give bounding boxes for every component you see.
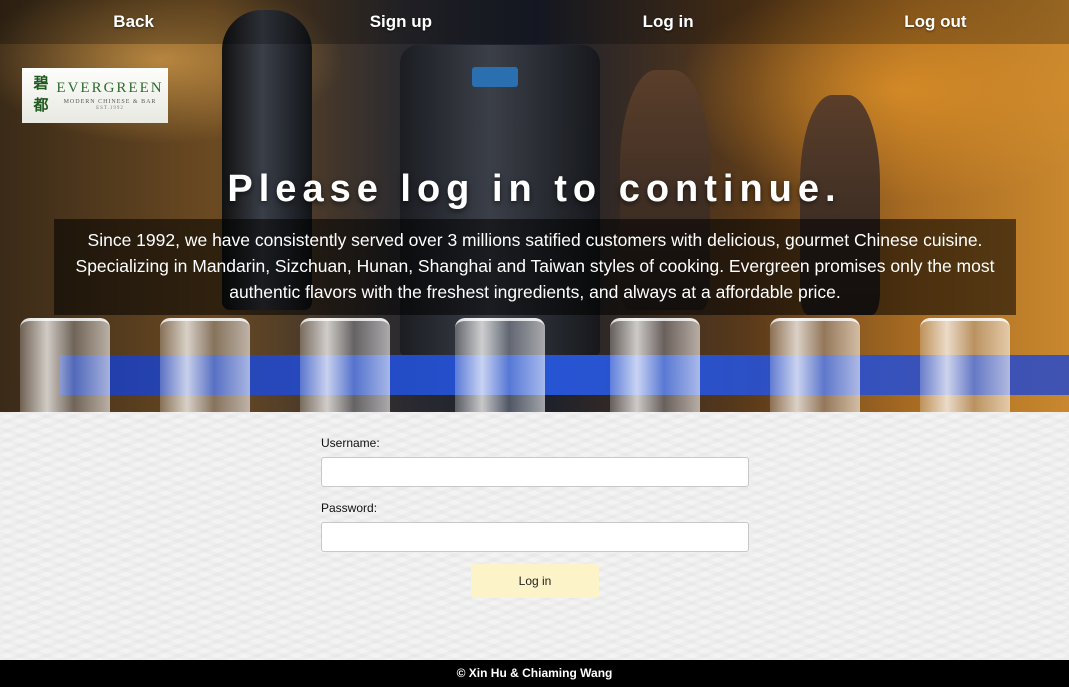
restaurant-logo[interactable]: 碧 都 EVERGREEN MODERN CHINESE & BAR EST.1… xyxy=(22,68,168,123)
logo-chinese-characters: 碧 都 xyxy=(33,73,49,114)
glass-image xyxy=(300,318,390,412)
intro-text: Since 1992, we have consistently served … xyxy=(54,219,1016,315)
login-section: Username: Password: Log in xyxy=(0,412,1069,660)
login-form: Username: Password: Log in xyxy=(321,436,749,598)
logout-link[interactable]: Log out xyxy=(802,12,1069,32)
logo-subtitle: MODERN CHINESE & BAR xyxy=(63,99,157,105)
login-button[interactable]: Log in xyxy=(471,564,599,598)
glass-image xyxy=(160,318,250,412)
hero-banner: Back Sign up Log in Log out 碧 都 EVERGREE… xyxy=(0,0,1069,412)
glass-image xyxy=(610,318,700,412)
signup-link[interactable]: Sign up xyxy=(267,12,534,32)
logo-name: EVERGREEN xyxy=(56,80,164,96)
username-input[interactable] xyxy=(321,457,749,487)
glass-image xyxy=(770,318,860,412)
logo-established: EST.1992 xyxy=(96,106,124,111)
username-label: Username: xyxy=(321,436,380,450)
footer: © Xin Hu & Chiaming Wang xyxy=(0,660,1069,687)
login-link[interactable]: Log in xyxy=(535,12,802,32)
page-title: Please log in to continue. xyxy=(227,168,842,210)
glass-image xyxy=(920,318,1010,412)
password-input[interactable] xyxy=(321,522,749,552)
glass-image xyxy=(455,318,545,412)
password-label: Password: xyxy=(321,501,378,515)
footer-credit: © Xin Hu & Chiaming Wang xyxy=(456,666,613,680)
top-nav: Back Sign up Log in Log out xyxy=(0,0,1069,44)
back-link[interactable]: Back xyxy=(0,12,267,32)
glass-image xyxy=(20,318,110,412)
